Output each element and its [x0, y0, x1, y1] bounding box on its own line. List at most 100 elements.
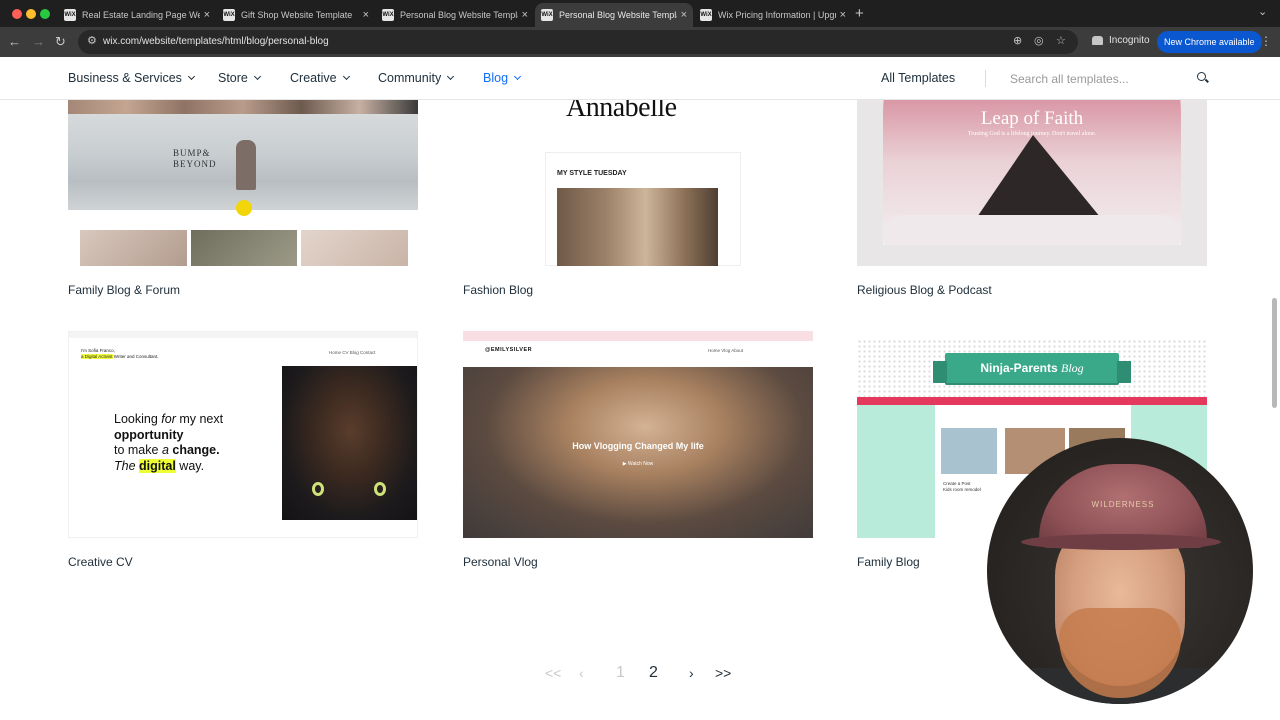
nav-community[interactable]: Community: [378, 71, 455, 85]
nav-label: Creative: [290, 71, 337, 85]
nav-blog[interactable]: Blog: [483, 71, 522, 85]
nav-divider: [985, 70, 986, 87]
cloud-shape: [883, 215, 1181, 245]
tab-title: Wix Pricing Information | Upgrade: [718, 10, 836, 20]
forward-arrow-icon[interactable]: →: [32, 34, 45, 49]
zoom-icon[interactable]: ⊕: [1013, 34, 1022, 47]
browser-tab[interactable]: WiX Wix Pricing Information | Upgrade ×: [694, 3, 852, 27]
fashion-photo: [557, 188, 718, 266]
wix-favicon-icon: WiX: [223, 9, 235, 21]
first-page-button[interactable]: <<: [545, 665, 561, 681]
template-caption[interactable]: Family Blog & Forum: [68, 283, 180, 297]
watch-now-link: ▶ Watch Now: [622, 461, 654, 467]
site-info-icon[interactable]: ⚙: [87, 34, 97, 47]
close-tab-icon[interactable]: ×: [681, 9, 687, 21]
template-caption[interactable]: Family Blog: [857, 555, 920, 569]
template-thumbnail-creative-cv[interactable]: I'm Sofia Franco, a Digital Activist Wri…: [68, 331, 418, 538]
chevron-down-icon: [513, 72, 522, 81]
incognito-label: Incognito: [1109, 35, 1150, 46]
close-tab-icon[interactable]: ×: [363, 9, 369, 21]
incognito-icon: [1092, 36, 1103, 45]
cv-menu: Home CV Blog Contact: [329, 350, 376, 355]
chevron-down-icon: [447, 72, 455, 81]
close-tab-icon[interactable]: ×: [840, 9, 846, 21]
page-1-button[interactable]: 1: [616, 664, 625, 682]
nav-business-services[interactable]: Business & Services: [68, 71, 195, 85]
banner-title: Ninja-Parents Blog: [980, 361, 1084, 375]
browser-tab[interactable]: WiX Personal Blog Website Template ×: [376, 3, 534, 27]
templates-nav: Business & Services Store Creative Commu…: [0, 57, 1280, 100]
cv-headline: Looking for my next opportunity to make …: [114, 412, 224, 473]
browser-menu-icon[interactable]: ⋮: [1260, 34, 1272, 48]
all-templates-link[interactable]: All Templates: [881, 71, 955, 85]
browser-tab[interactable]: WiX Gift Shop Website Template ×: [217, 3, 375, 27]
incognito-indicator[interactable]: Incognito: [1092, 35, 1150, 46]
template-thumbnail-religious-blog[interactable]: Leap of Faith Trusting God is a lifelong…: [857, 100, 1207, 266]
video-title: How Vlogging Changed My life: [572, 441, 704, 451]
nav-creative[interactable]: Creative: [290, 71, 350, 85]
address-url[interactable]: wix.com/website/templates/html/blog/pers…: [103, 36, 329, 47]
previous-page-button[interactable]: ‹: [579, 665, 584, 681]
browser-tab-active[interactable]: WiX Personal Blog Website Template ×: [535, 3, 693, 27]
cv-header: I'm Sofia Franco, a Digital Activist Wri…: [81, 348, 159, 359]
chevron-down-icon: [342, 72, 350, 81]
address-bar[interactable]: ⚙ wix.com/website/templates/html/blog/pe…: [78, 30, 1078, 54]
nav-label: Business & Services: [68, 71, 182, 85]
wix-favicon-icon: WiX: [64, 9, 76, 21]
scrollbar-thumb[interactable]: [1272, 298, 1277, 408]
webcam-overlay: WILDERNESS: [987, 438, 1253, 704]
thumb-tiles: [80, 230, 409, 266]
browser-tab-strip: WiX Real Estate Landing Page Website × W…: [0, 0, 1280, 27]
template-thumbnail-personal-vlog[interactable]: @EMILYSILVER Home Vlog About How Vloggin…: [463, 331, 813, 538]
chevron-down-icon: [187, 72, 195, 81]
minimize-window-icon[interactable]: [26, 9, 36, 19]
close-tab-icon[interactable]: ×: [522, 9, 528, 21]
template-caption[interactable]: Fashion Blog: [463, 283, 533, 297]
reload-icon[interactable]: ↻: [55, 34, 66, 50]
vlog-menu: Home Vlog About: [708, 348, 744, 353]
page-2-button-current[interactable]: 2: [649, 664, 658, 682]
vlog-video: [463, 367, 813, 538]
forum-badge: [236, 200, 252, 216]
bookmark-star-icon[interactable]: ☆: [1056, 34, 1066, 47]
template-thumbnail-fashion-blog[interactable]: Annabelle MY STYLE TUESDAY: [463, 100, 813, 266]
thumb-subtitle: Trusting God is a lifelong journey. Don'…: [967, 131, 1097, 137]
cv-portrait: [282, 366, 417, 520]
template-thumbnail-family-blog-forum[interactable]: BUMP& BEYOND: [68, 100, 418, 266]
nav-label: Community: [378, 71, 442, 85]
new-tab-button[interactable]: +: [855, 5, 864, 22]
wix-favicon-icon: WiX: [382, 9, 394, 21]
next-page-button[interactable]: ›: [689, 665, 694, 681]
template-caption[interactable]: Religious Blog & Podcast: [857, 283, 992, 297]
nav-label: Store: [218, 71, 248, 85]
person-figure: [236, 140, 256, 190]
back-arrow-icon[interactable]: ←: [8, 34, 21, 49]
nav-store[interactable]: Store: [218, 71, 261, 85]
photo-strip: [68, 100, 418, 114]
post-text: Create a Post Kids room remodel: [943, 481, 981, 492]
thumb-title: Leap of Faith: [980, 108, 1084, 129]
fullscreen-window-icon[interactable]: [40, 9, 50, 19]
thumb-logo: Annabelle: [566, 100, 677, 123]
wix-favicon-icon: WiX: [700, 9, 712, 21]
close-window-icon[interactable]: [12, 9, 22, 19]
template-caption[interactable]: Personal Vlog: [463, 555, 538, 569]
post-title: MY STYLE TUESDAY: [557, 170, 627, 177]
wix-favicon-icon: WiX: [541, 9, 553, 21]
browser-toolbar: ← → ↻ ⚙ wix.com/website/templates/html/b…: [0, 27, 1280, 57]
template-caption[interactable]: Creative CV: [68, 555, 133, 569]
new-chrome-available-button[interactable]: New Chrome available: [1157, 31, 1262, 53]
search-icon[interactable]: [1197, 72, 1206, 81]
chevron-down-icon: [253, 72, 261, 81]
search-templates-input[interactable]: [1010, 69, 1190, 89]
close-tab-icon[interactable]: ×: [204, 9, 210, 21]
last-page-button[interactable]: >>: [715, 665, 731, 681]
eye-off-icon[interactable]: ◎: [1034, 34, 1044, 47]
tab-title: Personal Blog Website Template: [559, 10, 677, 20]
tab-title: Gift Shop Website Template: [241, 10, 353, 20]
vlog-brand: @EMILYSILVER: [485, 347, 533, 353]
nav-label: Blog: [483, 71, 509, 85]
thumb-brand: BUMP& BEYOND: [173, 148, 217, 169]
browser-tab[interactable]: WiX Real Estate Landing Page Website ×: [58, 3, 216, 27]
tab-search-chevron-icon[interactable]: ⌄: [1258, 5, 1267, 18]
